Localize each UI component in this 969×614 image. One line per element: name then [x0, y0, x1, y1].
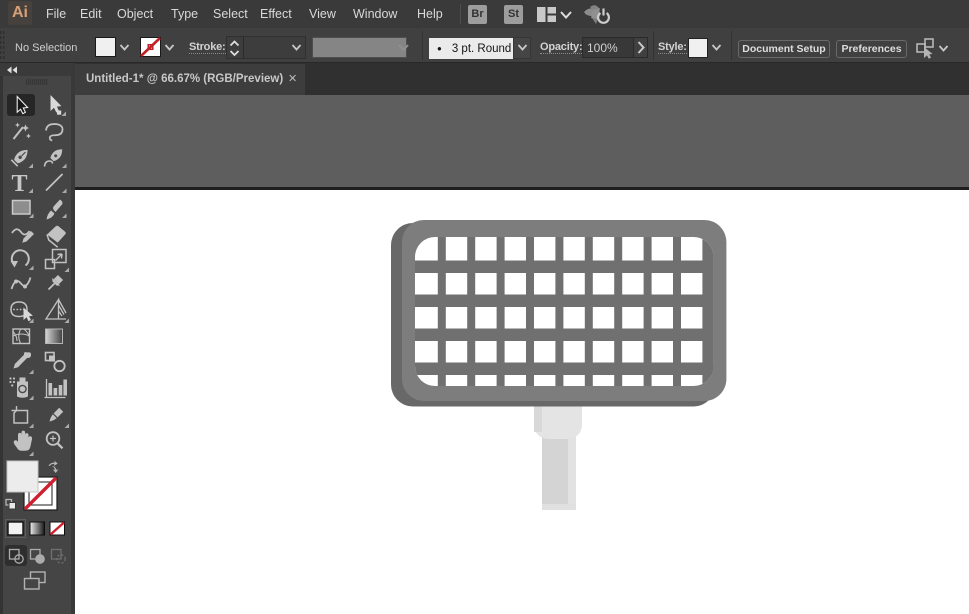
svg-text:T: T	[12, 171, 28, 197]
